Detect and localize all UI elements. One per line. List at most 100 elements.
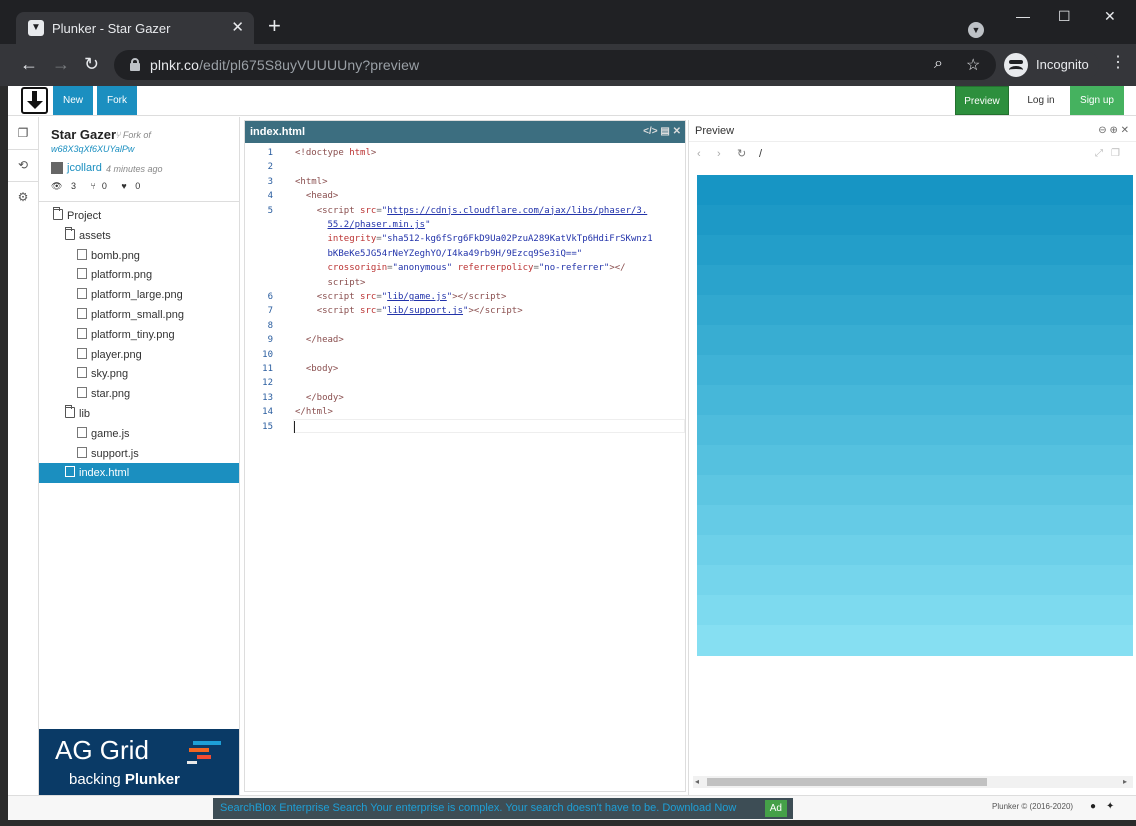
code-line: 11 <body>: [245, 362, 685, 376]
eye-icon: 👁: [51, 181, 63, 191]
bookmark-star-icon[interactable]: ☆: [966, 55, 980, 75]
new-button[interactable]: New: [53, 86, 93, 115]
sky-band: [697, 385, 1133, 416]
ag-grid-logo-icon: [187, 741, 221, 764]
code-text: <head>: [305, 191, 339, 202]
tree-file[interactable]: index.html: [39, 463, 239, 484]
left-rail: ❐ ⟲ ⚙: [8, 117, 39, 795]
minimize-button[interactable]: —: [1016, 8, 1030, 24]
github-icon[interactable]: ●: [1090, 801, 1096, 812]
lock-icon[interactable]: [130, 58, 140, 71]
tree-item-label: game.js: [91, 427, 130, 440]
preview-forward-icon[interactable]: ›: [717, 142, 721, 166]
code-line: 10: [245, 348, 685, 362]
browser-menu-icon[interactable]: ⋮: [1110, 54, 1126, 72]
ad-text[interactable]: SearchBlox Enterprise Search Your enterp…: [220, 802, 736, 814]
plunk-title: Star Gazer: [51, 127, 117, 142]
scrollbar-thumb[interactable]: [707, 778, 987, 786]
game-canvas[interactable]: [697, 175, 1133, 656]
tree-file[interactable]: platform_small.png: [39, 305, 239, 325]
searchblox-ad[interactable]: SearchBlox Enterprise Search Your enterp…: [213, 798, 793, 819]
folder-icon: [53, 207, 63, 220]
history-icon[interactable]: ⟲: [17, 159, 29, 171]
code-icon[interactable]: </>: [643, 126, 657, 137]
preview-back-icon[interactable]: ‹: [697, 142, 701, 166]
twitter-icon[interactable]: ✦: [1106, 801, 1114, 812]
heart-icon: ♥: [121, 181, 127, 191]
code-editor[interactable]: index.html </> ▤ ✕ 1 <!doctype html> 2 3 <ht…: [244, 120, 686, 792]
tree-folder[interactable]: Project: [39, 206, 239, 226]
user-link[interactable]: jcollard: [67, 162, 102, 174]
book-icon[interactable]: ▤: [660, 126, 669, 137]
tree-folder[interactable]: assets: [39, 226, 239, 246]
plunker-favicon-icon: ▼: [28, 20, 44, 36]
back-arrow-icon[interactable]: ←: [20, 54, 38, 74]
forward-arrow-icon[interactable]: →: [52, 54, 70, 74]
line-number: 15: [262, 421, 273, 432]
code-text: crossorigin="anonymous" referrerpolicy="…: [327, 263, 626, 274]
fork-button[interactable]: Fork: [97, 86, 137, 115]
line-number: 8: [267, 320, 273, 331]
expand-icon[interactable]: ⤢: [1095, 142, 1103, 166]
incognito-profile-button[interactable]: Incognito: [1002, 51, 1099, 79]
preview-refresh-icon[interactable]: ↻: [737, 142, 746, 166]
close-icon[interactable]: ✕: [673, 126, 681, 137]
code-text: <script src="lib/game.js"></script>: [316, 292, 507, 302]
preview-button[interactable]: Preview: [955, 86, 1009, 115]
tree-folder[interactable]: lib: [39, 404, 239, 424]
ag-grid-ad[interactable]: AG Grid backing Plunker: [39, 729, 239, 795]
tree-file[interactable]: platform.png: [39, 265, 239, 285]
code-text: <script src="https://cdnjs.cloudflare.co…: [316, 205, 648, 216]
tree-file[interactable]: sky.png: [39, 364, 239, 384]
tree-file[interactable]: platform_tiny.png: [39, 325, 239, 345]
line-number: 5: [267, 205, 273, 216]
url-text[interactable]: plnkr.co/edit/pl675S8uyVUUUUny?preview: [150, 57, 419, 73]
fork-source-link[interactable]: w68X3qXf6XUYalPw: [51, 144, 134, 154]
tree-file[interactable]: star.png: [39, 384, 239, 404]
new-tab-button[interactable]: +: [268, 15, 281, 37]
tree-file[interactable]: platform_large.png: [39, 285, 239, 305]
zoom-out-icon[interactable]: ⊖: [1098, 125, 1106, 136]
sky-band: [697, 205, 1133, 236]
signup-button[interactable]: Sign up: [1070, 86, 1124, 115]
line-number: 7: [267, 306, 273, 317]
tree-item-label: player.png: [91, 348, 142, 361]
tab-search-icon[interactable]: ▼: [968, 22, 984, 38]
tree-item-label: support.js: [91, 447, 139, 460]
tree-file[interactable]: support.js: [39, 444, 239, 464]
open-window-icon[interactable]: ❐: [1111, 142, 1120, 166]
tree-file[interactable]: bomb.png: [39, 246, 239, 266]
incognito-label: Incognito: [1036, 57, 1089, 72]
zoom-in-icon[interactable]: ⊕: [1109, 125, 1117, 136]
scroll-right-icon[interactable]: ▸: [1123, 776, 1127, 788]
preview-path[interactable]: /: [759, 142, 762, 166]
address-bar[interactable]: plnkr.co/edit/pl675S8uyVUUUUny?preview ⌕…: [114, 50, 996, 80]
maximize-button[interactable]: ☐: [1058, 8, 1071, 25]
code-line: 8: [245, 319, 685, 333]
reload-icon[interactable]: ↻: [84, 54, 99, 74]
tree-file[interactable]: game.js: [39, 424, 239, 444]
login-button[interactable]: Log in: [1013, 86, 1069, 115]
close-preview-icon[interactable]: ✕: [1121, 125, 1129, 136]
zoom-icon[interactable]: ⌕: [934, 55, 943, 73]
tab-title: Plunker - Star Gazer: [52, 21, 171, 36]
settings-gear-icon[interactable]: ⚙: [17, 191, 29, 203]
code-line: 55.2/phaser.min.js": [245, 218, 685, 232]
line-number: 6: [267, 292, 273, 302]
code-line: 7 <script src="lib/support.js"></script>: [245, 304, 685, 318]
tree-file[interactable]: player.png: [39, 345, 239, 365]
code-text: 55.2/phaser.min.js": [327, 220, 431, 230]
tab-close-icon[interactable]: ✕: [231, 18, 244, 36]
browser-tab[interactable]: ▼ Plunker - Star Gazer ✕: [16, 12, 254, 44]
files-icon[interactable]: ❐: [17, 127, 29, 139]
window-close-button[interactable]: ✕: [1104, 8, 1116, 25]
scroll-left-icon[interactable]: ◂: [695, 776, 699, 788]
sky-band: [697, 625, 1133, 656]
file-icon: [77, 268, 87, 280]
plunker-logo-icon[interactable]: [21, 87, 48, 114]
updated-time: 4 minutes ago: [106, 164, 163, 174]
code-area[interactable]: 1 <!doctype html> 2 3 <html> 4 <head> 5 <scrip…: [245, 145, 685, 785]
tree-item-label: index.html: [79, 467, 130, 480]
preview-scrollbar[interactable]: ◂ ▸: [693, 776, 1133, 788]
folder-icon: [65, 405, 75, 418]
